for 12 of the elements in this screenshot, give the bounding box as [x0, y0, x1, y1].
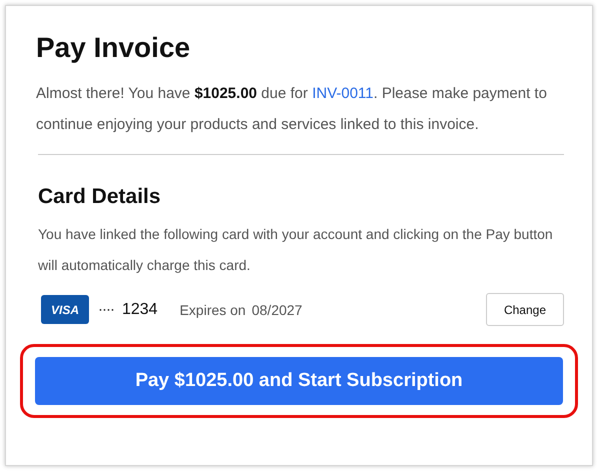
intro-text: Almost there! You have $1025.00 due for INV-0011. Please make payment to continue enjoying your products and services linked to this invoice. — [36, 84, 548, 135]
expiry-date: 08/2027 — [252, 302, 302, 318]
pay-button[interactable]: Pay $1025.00 and Start Subscription — [35, 357, 563, 405]
card-last-digits: 1234 — [122, 300, 158, 318]
expiry-label: Expires on — [180, 302, 246, 318]
section-heading: Card Details — [38, 185, 162, 209]
card-brand-logo: VISA — [41, 295, 89, 324]
page-title: Pay Invoice — [36, 32, 192, 64]
card-number-mask: ···· — [98, 301, 114, 318]
invoice-link[interactable]: INV-0011 — [312, 85, 374, 102]
card-description: You have linked the following card with your account and clicking on the Pay button will automatically charge this card. — [38, 225, 554, 275]
change-button[interactable]: Change — [486, 293, 564, 326]
